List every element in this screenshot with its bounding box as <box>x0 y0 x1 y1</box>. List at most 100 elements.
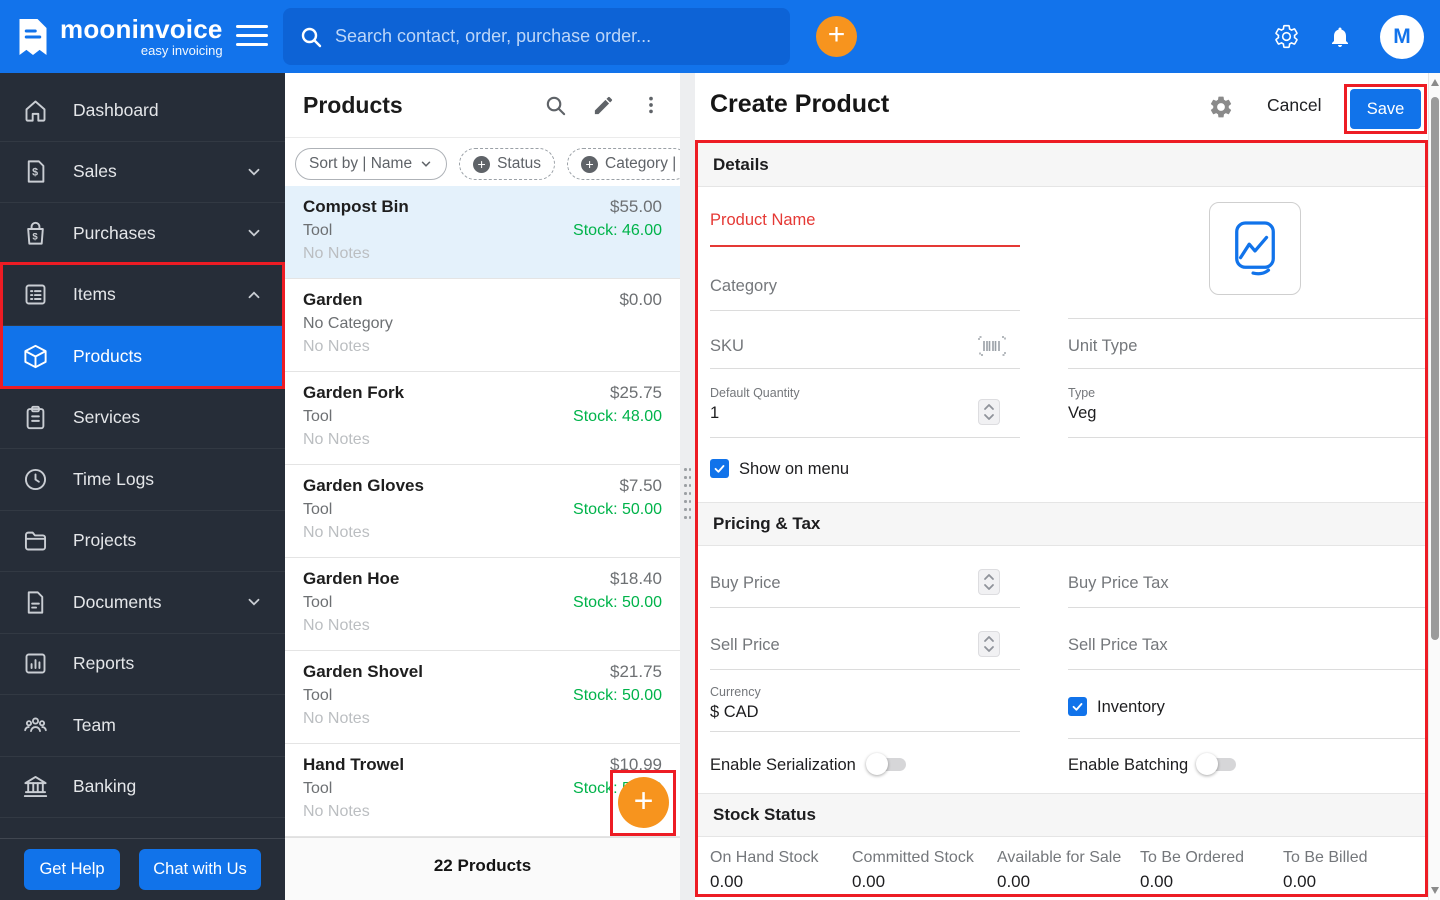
chevron-down-icon <box>245 163 263 181</box>
scroll-down-arrow-icon[interactable] <box>1431 887 1439 894</box>
sell-price-stepper[interactable] <box>978 631 1000 657</box>
sidebar-item-products[interactable]: Products <box>0 326 285 388</box>
sidebar-item-documents[interactable]: Documents <box>0 572 285 634</box>
product-name: Garden <box>303 290 363 309</box>
currency-label: Currency <box>710 685 761 699</box>
stock-column-label: Available for Sale <box>997 849 1122 866</box>
sidebar-item-projects[interactable]: Projects <box>0 511 285 572</box>
type-value[interactable]: Veg <box>1068 404 1096 423</box>
right-scrollbar[interactable] <box>1428 73 1440 900</box>
buy-price-underline <box>710 607 1020 608</box>
get-help-button[interactable]: Get Help <box>24 849 120 890</box>
buy-price-field[interactable]: Buy Price <box>710 574 781 593</box>
product-price: $0.00 <box>619 290 662 309</box>
product-row[interactable]: Compost Bin Tool No Notes $55.00 Stock: … <box>285 186 680 279</box>
product-row[interactable]: Garden No Category No Notes $0.00 <box>285 279 680 372</box>
sell-price-tax-underline <box>1068 669 1425 670</box>
sidebar-item-team[interactable]: Team <box>0 695 285 757</box>
status-filter-chip[interactable]: + Status <box>459 148 556 180</box>
cancel-button[interactable]: Cancel <box>1267 95 1321 116</box>
inventory-label: Inventory <box>1097 698 1165 716</box>
product-price: $25.75 <box>610 383 662 402</box>
topbar: mooninvoice easy invoicing + M <box>0 0 1440 73</box>
app-logo[interactable]: mooninvoice easy invoicing <box>14 16 223 58</box>
enable-batching-toggle[interactable] <box>1196 753 1238 775</box>
sidebar-item-items[interactable]: Items <box>0 265 285 326</box>
sidebar-item-label: Documents <box>73 591 162 612</box>
stock-column-value: 0.00 <box>1283 872 1317 891</box>
save-button[interactable]: Save <box>1350 89 1421 129</box>
product-row[interactable]: Garden Hoe Tool No Notes $18.40 Stock: 5… <box>285 558 680 651</box>
default-quantity-value[interactable]: 1 <box>710 404 719 423</box>
global-search <box>283 8 790 65</box>
chat-with-us-button[interactable]: Chat with Us <box>139 849 261 890</box>
sell-price-field[interactable]: Sell Price <box>710 636 780 655</box>
buy-price-tax-underline <box>1068 607 1425 608</box>
plus-circle-icon: + <box>581 155 599 173</box>
products-list-panel: Products Sort by | Name + Status + Categ… <box>285 73 680 900</box>
sku-field[interactable]: SKU <box>710 337 744 356</box>
product-row[interactable]: Garden Gloves Tool No Notes $7.50 Stock:… <box>285 465 680 558</box>
status-chip-label: Status <box>497 155 542 172</box>
sort-chip-label: Sort by | Name <box>309 155 413 172</box>
notifications-bell-icon[interactable] <box>1328 24 1352 50</box>
bank-icon <box>22 773 49 800</box>
sidebar-item-dashboard[interactable]: Dashboard <box>0 80 285 142</box>
list-search-icon[interactable] <box>544 94 567 117</box>
hamburger-menu-icon[interactable] <box>236 25 268 48</box>
sidebar-item-time-logs[interactable]: Time Logs <box>0 449 285 511</box>
form-settings-gear-icon[interactable] <box>1208 94 1234 120</box>
type-label: Type <box>1068 386 1096 400</box>
sidebar-item-label: Time Logs <box>73 468 155 489</box>
details-section-header: Details <box>698 143 1425 187</box>
enable-serialization-toggle[interactable] <box>866 753 908 775</box>
product-row[interactable]: Garden Fork Tool No Notes $25.75 Stock: … <box>285 372 680 465</box>
check-icon <box>714 465 725 473</box>
currency-value[interactable]: $ CAD <box>710 703 759 722</box>
category-filter-chip[interactable]: + Category | <box>567 148 680 180</box>
sidebar-item-services[interactable]: Services <box>0 388 285 449</box>
scrollbar-thumb[interactable] <box>1431 97 1439 640</box>
sidebar-item-label: Services <box>73 407 141 428</box>
product-row[interactable]: Garden Shovel Tool No Notes $21.75 Stock… <box>285 651 680 744</box>
product-name-field[interactable]: Product Name <box>710 211 815 230</box>
add-button-topbar[interactable]: + <box>816 16 857 57</box>
product-notes: No Notes <box>303 710 370 727</box>
sidebar-item-label: Projects <box>73 530 137 551</box>
show-on-menu-checkbox[interactable] <box>710 459 729 478</box>
settings-gear-icon[interactable] <box>1273 23 1300 50</box>
kebab-menu-icon[interactable] <box>640 94 662 116</box>
sidebar-item-reports[interactable]: Reports <box>0 634 285 695</box>
scroll-up-arrow-icon[interactable] <box>1431 79 1439 86</box>
sidebar-item-label: Dashboard <box>73 99 159 120</box>
add-product-fab[interactable]: + <box>618 777 669 828</box>
sidebar-item-label: Reports <box>73 653 135 674</box>
buy-price-tax-field[interactable]: Buy Price Tax <box>1068 574 1169 593</box>
product-price: $55.00 <box>610 197 662 216</box>
product-image-upload[interactable] <box>1209 202 1301 295</box>
default-quantity-underline <box>710 437 1020 438</box>
quantity-stepper[interactable] <box>978 399 1000 425</box>
sell-price-underline <box>710 669 1020 670</box>
panel-splitter[interactable] <box>680 73 695 900</box>
inventory-checkbox[interactable] <box>1068 697 1087 716</box>
sell-price-tax-field[interactable]: Sell Price Tax <box>1068 636 1168 655</box>
barcode-scan-icon[interactable] <box>978 335 1006 357</box>
svg-text:$: $ <box>32 231 38 242</box>
chevron-down-icon <box>245 224 263 242</box>
sidebar-item-purchases[interactable]: $ Purchases <box>0 203 285 265</box>
product-notes: No Notes <box>303 338 370 355</box>
sidebar-item-sales[interactable]: $ Sales <box>0 142 285 203</box>
sidebar-item-banking[interactable]: Banking <box>0 757 285 818</box>
edit-pencil-icon[interactable] <box>592 94 615 117</box>
avatar[interactable]: M <box>1380 14 1424 59</box>
sort-by-chip[interactable]: Sort by | Name <box>295 148 448 180</box>
sidebar-item-label: Items <box>73 284 116 305</box>
product-price: $7.50 <box>619 476 662 495</box>
unit-type-field[interactable]: Unit Type <box>1068 337 1137 356</box>
buy-price-stepper[interactable] <box>978 569 1000 595</box>
search-input[interactable] <box>335 26 774 47</box>
category-field[interactable]: Category <box>710 277 777 296</box>
section-title: Details <box>713 154 769 174</box>
sidebar-item-label: Sales <box>73 161 117 182</box>
